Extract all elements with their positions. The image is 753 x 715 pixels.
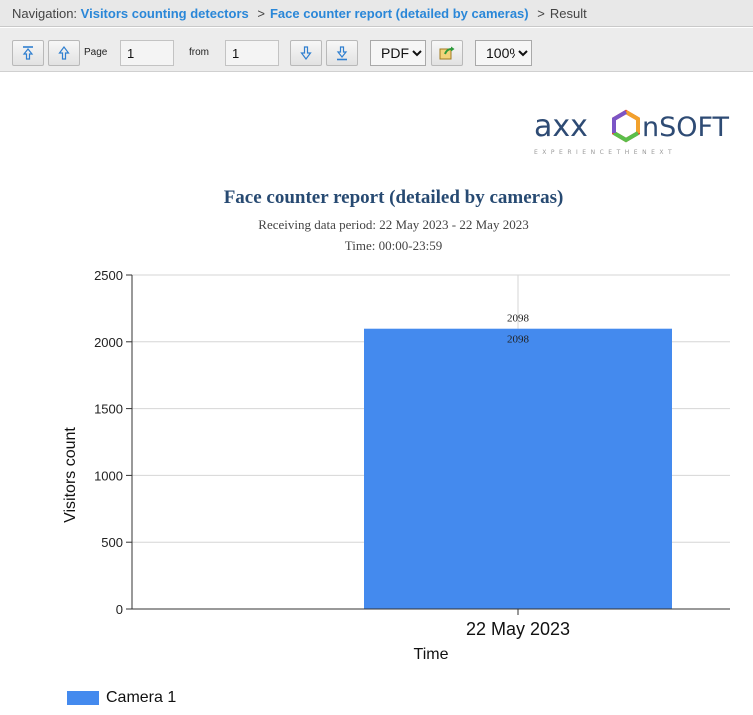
bar-data-label-inner: 2098: [507, 334, 530, 346]
zoom-select[interactable]: 100%: [475, 40, 532, 66]
bar-camera-1: [364, 328, 672, 609]
navigation-bar: Navigation: Visitors counting detectors …: [0, 0, 753, 27]
next-page-button[interactable]: [290, 40, 322, 66]
total-pages-field[interactable]: [225, 40, 279, 66]
breadcrumb-visitors-counting-detectors[interactable]: Visitors counting detectors: [81, 6, 249, 21]
last-page-button[interactable]: [326, 40, 358, 66]
chart-legend: Camera 1: [67, 689, 176, 707]
logo-tagline: E X P E R I E N C E T H E N E X T: [534, 149, 673, 156]
page-label: Page: [84, 47, 108, 58]
navigation-prefix: Navigation:: [12, 6, 78, 21]
y-tick-label: 0: [116, 602, 123, 617]
arrow-down-icon: [300, 46, 312, 60]
arrow-to-top-icon: [22, 46, 34, 60]
report-toolbar: Page from PDF 100%: [0, 28, 753, 72]
x-tick-label: 22 May 2023: [466, 619, 570, 639]
breadcrumb-separator: >: [537, 6, 545, 21]
y-tick-label: 500: [101, 535, 123, 550]
breadcrumb-current: Result: [549, 6, 587, 21]
export-icon: [439, 46, 455, 60]
logo-text-left: axx: [534, 109, 588, 144]
logo-text-right: nSOFT: [642, 112, 730, 143]
previous-page-button[interactable]: [48, 40, 80, 66]
visitors-bar-chart: 2500 2000 1500 1000 500 0 2098 2098 22 May 2023 T…: [62, 268, 730, 663]
y-tick-label: 1500: [94, 402, 123, 417]
y-axis-label: Visitors count: [62, 427, 79, 523]
from-label: from: [189, 47, 209, 58]
y-tick-label: 2000: [94, 335, 123, 350]
page-number-input[interactable]: [120, 40, 174, 66]
y-tick-label: 2500: [94, 268, 123, 283]
breadcrumb-face-counter-report[interactable]: Face counter report (detailed by cameras…: [270, 6, 529, 21]
x-axis-label: Time: [414, 646, 449, 663]
first-page-button[interactable]: [12, 40, 44, 66]
export-format-select[interactable]: PDF: [370, 40, 426, 66]
arrow-up-icon: [58, 46, 70, 60]
report-title: Face counter report (detailed by cameras…: [223, 187, 564, 208]
arrow-to-bottom-icon: [336, 46, 348, 61]
logo-hexagon-icon: [612, 109, 640, 143]
legend-label-camera-1: Camera 1: [106, 689, 177, 706]
export-button[interactable]: [431, 40, 463, 66]
axxonsoft-logo: axx nSOFT E X P E R I E N C E T H E N E …: [532, 104, 744, 163]
legend-swatch-camera-1: [67, 691, 99, 705]
bar-data-label-top: 2098: [507, 313, 530, 325]
report-period: Receiving data period: 22 May 2023 - 22 …: [258, 217, 529, 232]
report-time: Time: 00:00-23:59: [344, 238, 443, 253]
breadcrumb-separator: >: [257, 6, 265, 21]
y-tick-label: 1000: [94, 468, 123, 483]
